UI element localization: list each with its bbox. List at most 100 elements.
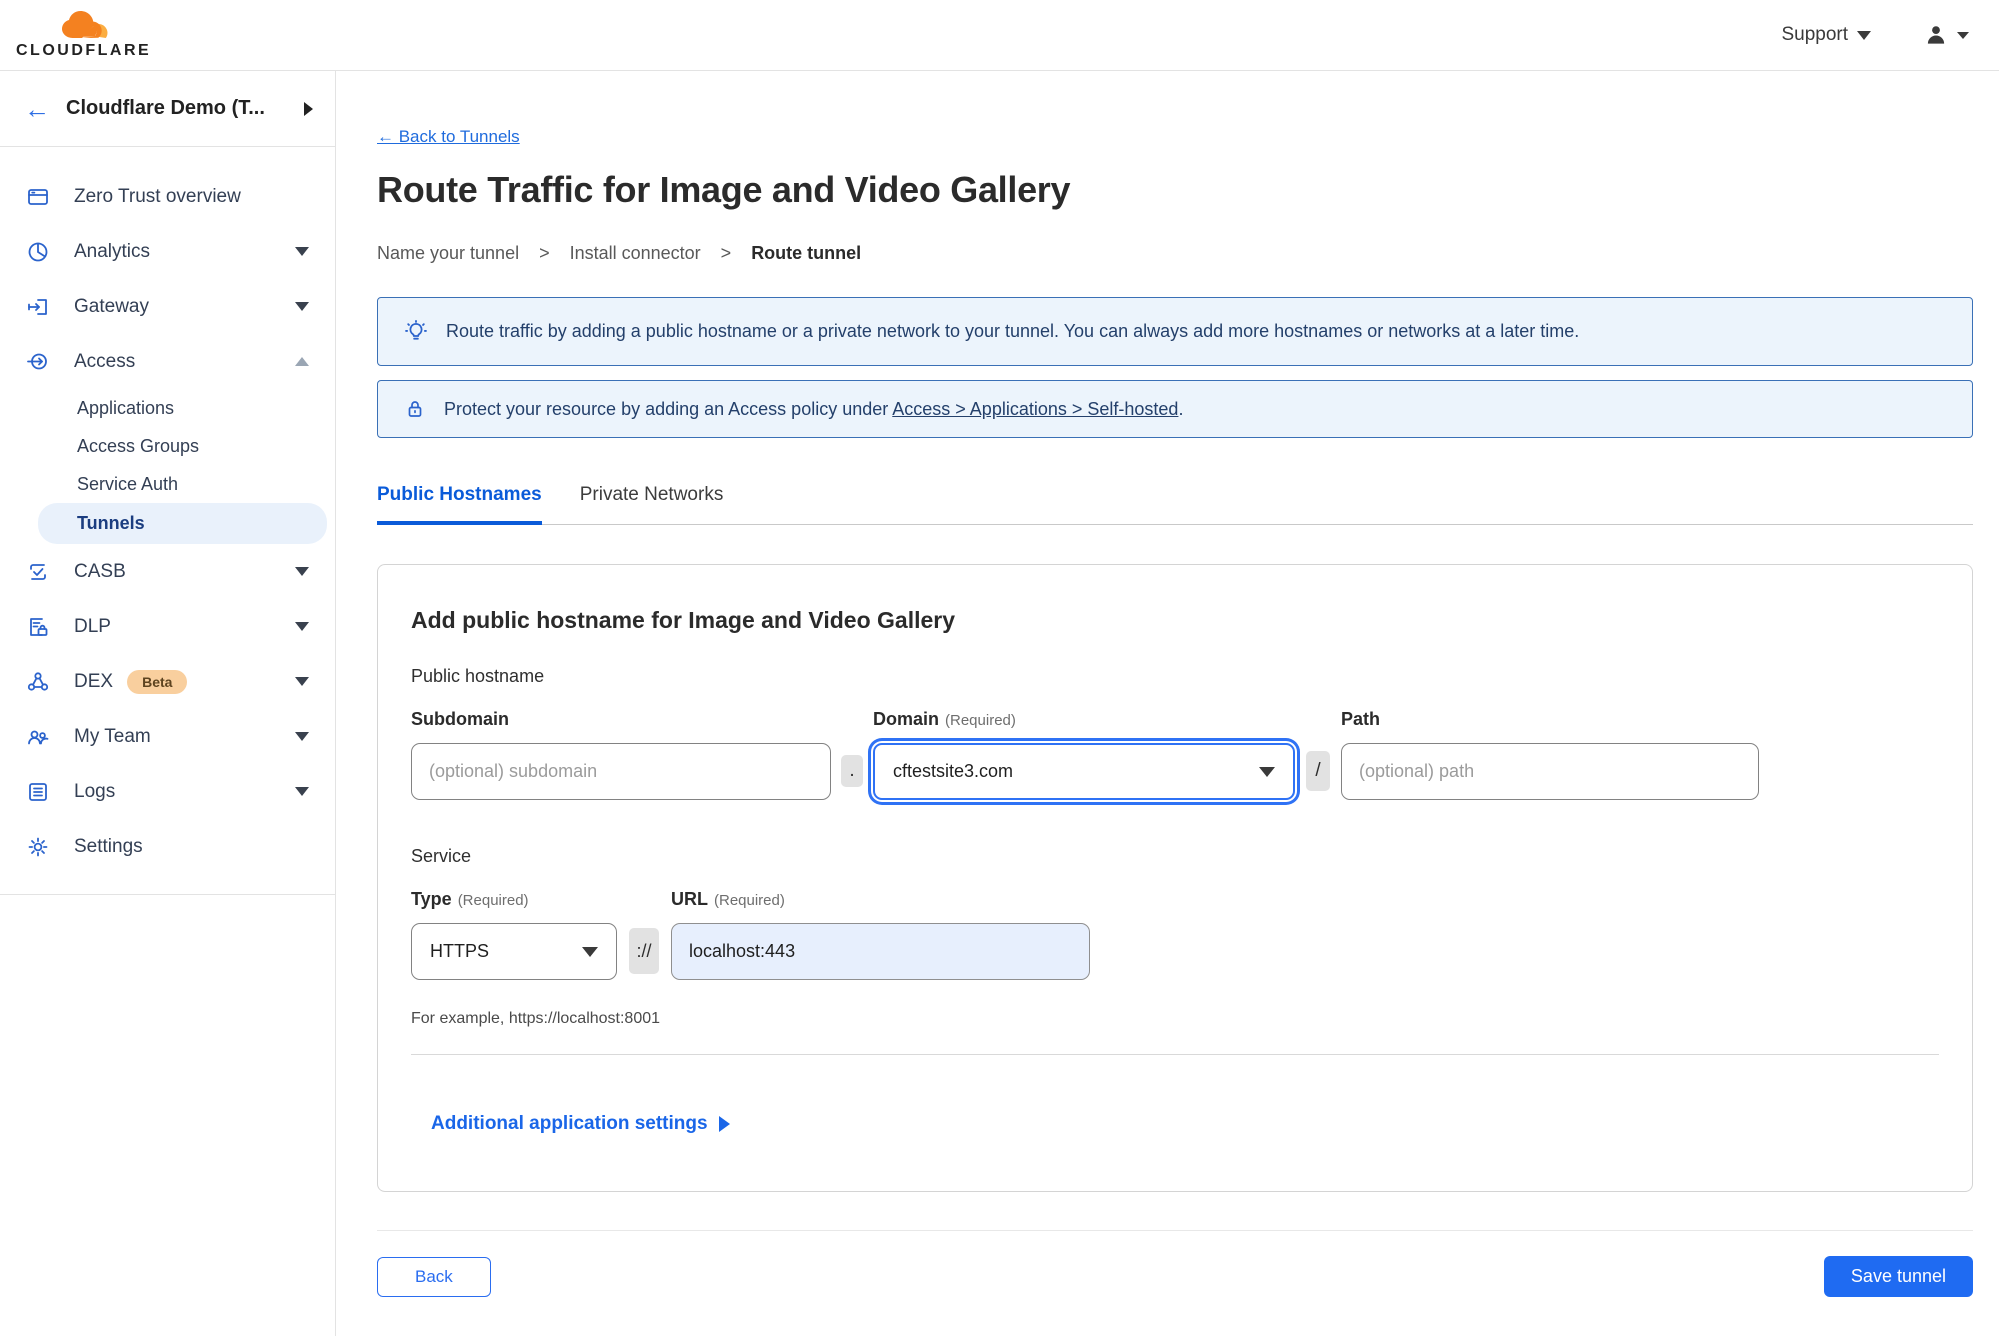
subdomain-field: Subdomain bbox=[411, 709, 831, 800]
chevron-down-icon bbox=[1857, 30, 1871, 40]
public-hostname-label: Public hostname bbox=[411, 666, 545, 686]
back-arrow-icon[interactable]: ← bbox=[24, 96, 50, 122]
user-icon bbox=[1927, 26, 1945, 44]
sidebar-item-access-groups[interactable]: Access Groups bbox=[0, 427, 335, 465]
chevron-down-icon bbox=[295, 787, 309, 796]
protect-banner: Protect your resource by adding an Acces… bbox=[377, 380, 1973, 438]
sidebar-item-analytics[interactable]: Analytics bbox=[0, 224, 335, 279]
domain-value: cftestsite3.com bbox=[893, 761, 1014, 781]
path-label: Path bbox=[1341, 709, 1381, 729]
save-tunnel-button[interactable]: Save tunnel bbox=[1823, 1256, 1973, 1297]
chevron-down-icon bbox=[295, 247, 309, 256]
gear-icon bbox=[26, 835, 50, 859]
url-example-hint: For example, https://localhost:8001 bbox=[411, 1010, 661, 1027]
card-heading: Add public hostname for Image and Video … bbox=[411, 607, 956, 633]
analytics-icon bbox=[26, 240, 50, 264]
sidebar-item-access[interactable]: Access bbox=[0, 334, 335, 389]
chevron-down-icon bbox=[582, 946, 598, 957]
lightbulb-icon bbox=[405, 319, 427, 340]
type-field: Type (Required) HTTPS bbox=[411, 889, 617, 980]
chevron-right-icon bbox=[718, 1116, 730, 1132]
topbar-right: Support bbox=[1781, 22, 1969, 48]
beta-badge: Beta bbox=[127, 669, 188, 694]
main-content: ← Back to Tunnels Route Traffic for Imag… bbox=[336, 71, 1999, 1336]
chevron-down-icon bbox=[1957, 31, 1969, 39]
protect-banner-text: Protect your resource by adding an Acces… bbox=[444, 398, 1184, 419]
type-label: Type bbox=[411, 889, 452, 909]
hostname-field-row: Subdomain . Domain (Required) cftestsite3… bbox=[411, 709, 1939, 800]
user-menu[interactable] bbox=[1923, 22, 1969, 48]
chevron-down-icon bbox=[295, 732, 309, 741]
top-header: CLOUDFLARE Support bbox=[0, 0, 1999, 71]
chevron-down-icon bbox=[295, 677, 309, 686]
step-name-your-tunnel[interactable]: Name your tunnel bbox=[377, 243, 519, 264]
footer-actions: Back Save tunnel bbox=[377, 1256, 1973, 1297]
url-field: URL (Required) bbox=[671, 889, 1090, 980]
sidebar-item-logs[interactable]: Logs bbox=[0, 764, 335, 819]
tab-public-hostnames[interactable]: Public Hostnames bbox=[377, 484, 542, 525]
dex-icon bbox=[26, 670, 50, 694]
url-label: URL bbox=[671, 889, 708, 909]
path-input[interactable] bbox=[1341, 743, 1759, 800]
url-required: (Required) bbox=[714, 892, 785, 909]
back-button[interactable]: Back bbox=[377, 1256, 491, 1297]
subdomain-input[interactable] bbox=[411, 743, 831, 800]
domain-label: Domain bbox=[873, 709, 940, 729]
dlp-icon bbox=[26, 615, 50, 639]
page-title: Route Traffic for Image and Video Galler… bbox=[377, 169, 1071, 210]
tab-private-networks[interactable]: Private Networks bbox=[580, 484, 724, 524]
overview-icon bbox=[26, 185, 50, 209]
domain-select[interactable]: cftestsite3.com bbox=[873, 743, 1295, 800]
sidebar-item-applications[interactable]: Applications bbox=[0, 389, 335, 427]
team-icon bbox=[26, 725, 50, 749]
dot-separator: . bbox=[841, 755, 863, 787]
chevron-down-icon bbox=[295, 567, 309, 576]
sidebar-item-settings[interactable]: Settings bbox=[0, 819, 335, 874]
access-applications-link[interactable]: Access > Applications > Self-hosted bbox=[892, 399, 1178, 419]
cloudflare-logo[interactable]: CLOUDFLARE bbox=[16, 10, 151, 60]
step-route-tunnel: Route tunnel bbox=[751, 243, 862, 263]
logs-icon bbox=[26, 780, 50, 804]
sidebar-item-gateway[interactable]: Gateway bbox=[0, 279, 335, 334]
chevron-down-icon bbox=[295, 622, 309, 631]
slash-separator: / bbox=[1306, 751, 1330, 791]
url-input[interactable] bbox=[671, 923, 1090, 980]
service-type-select[interactable]: HTTPS bbox=[411, 923, 617, 980]
sidebar-item-zero-trust-overview[interactable]: Zero Trust overview bbox=[0, 169, 335, 224]
gateway-icon bbox=[26, 295, 50, 319]
account-name: Cloudflare Demo (T... bbox=[66, 97, 265, 119]
tip-banner-text: Route traffic by adding a public hostnam… bbox=[446, 321, 1580, 341]
chevron-up-icon bbox=[295, 357, 309, 366]
service-field-row: Type (Required) HTTPS :// URL (Required) bbox=[411, 889, 1939, 980]
domain-field: Domain (Required) cftestsite3.com bbox=[873, 709, 1295, 800]
support-menu[interactable]: Support bbox=[1781, 24, 1871, 46]
step-install-connector[interactable]: Install connector bbox=[570, 243, 701, 264]
chevron-down-icon bbox=[295, 302, 309, 311]
additional-settings-toggle[interactable]: Additional application settings bbox=[431, 1113, 1939, 1135]
tab-bar: Public Hostnames Private Networks bbox=[377, 484, 1973, 525]
account-switcher[interactable]: ← Cloudflare Demo (T... bbox=[0, 71, 335, 147]
footer-divider bbox=[377, 1230, 1973, 1231]
access-icon bbox=[26, 350, 50, 374]
tip-banner: Route traffic by adding a public hostnam… bbox=[377, 297, 1973, 366]
sidebar-item-casb[interactable]: CASB bbox=[0, 544, 335, 599]
back-to-tunnels-link[interactable]: ← Back to Tunnels bbox=[377, 127, 520, 147]
domain-required: (Required) bbox=[945, 712, 1016, 729]
sidebar-item-dex[interactable]: DEX Beta bbox=[0, 654, 335, 709]
support-label: Support bbox=[1781, 24, 1848, 45]
path-field: Path bbox=[1341, 709, 1759, 800]
sidebar-item-dlp[interactable]: DLP bbox=[0, 599, 335, 654]
sidebar-item-my-team[interactable]: My Team bbox=[0, 709, 335, 764]
card-divider bbox=[411, 1054, 1939, 1055]
service-type-value: HTTPS bbox=[430, 941, 490, 961]
public-hostname-card: Add public hostname for Image and Video … bbox=[377, 564, 1973, 1192]
cloudflare-wordmark: CLOUDFLARE bbox=[16, 42, 152, 59]
chevron-right-icon bbox=[304, 101, 313, 116]
chevron-down-icon bbox=[1259, 766, 1275, 777]
sidebar-divider bbox=[0, 894, 335, 895]
breadcrumb: Name your tunnel > Install connector > R… bbox=[377, 243, 862, 264]
sidebar-item-tunnels-selected[interactable]: Tunnels bbox=[38, 503, 327, 544]
sidebar-item-service-auth[interactable]: Service Auth bbox=[0, 465, 335, 503]
type-required: (Required) bbox=[457, 892, 529, 909]
casb-icon bbox=[26, 560, 50, 584]
